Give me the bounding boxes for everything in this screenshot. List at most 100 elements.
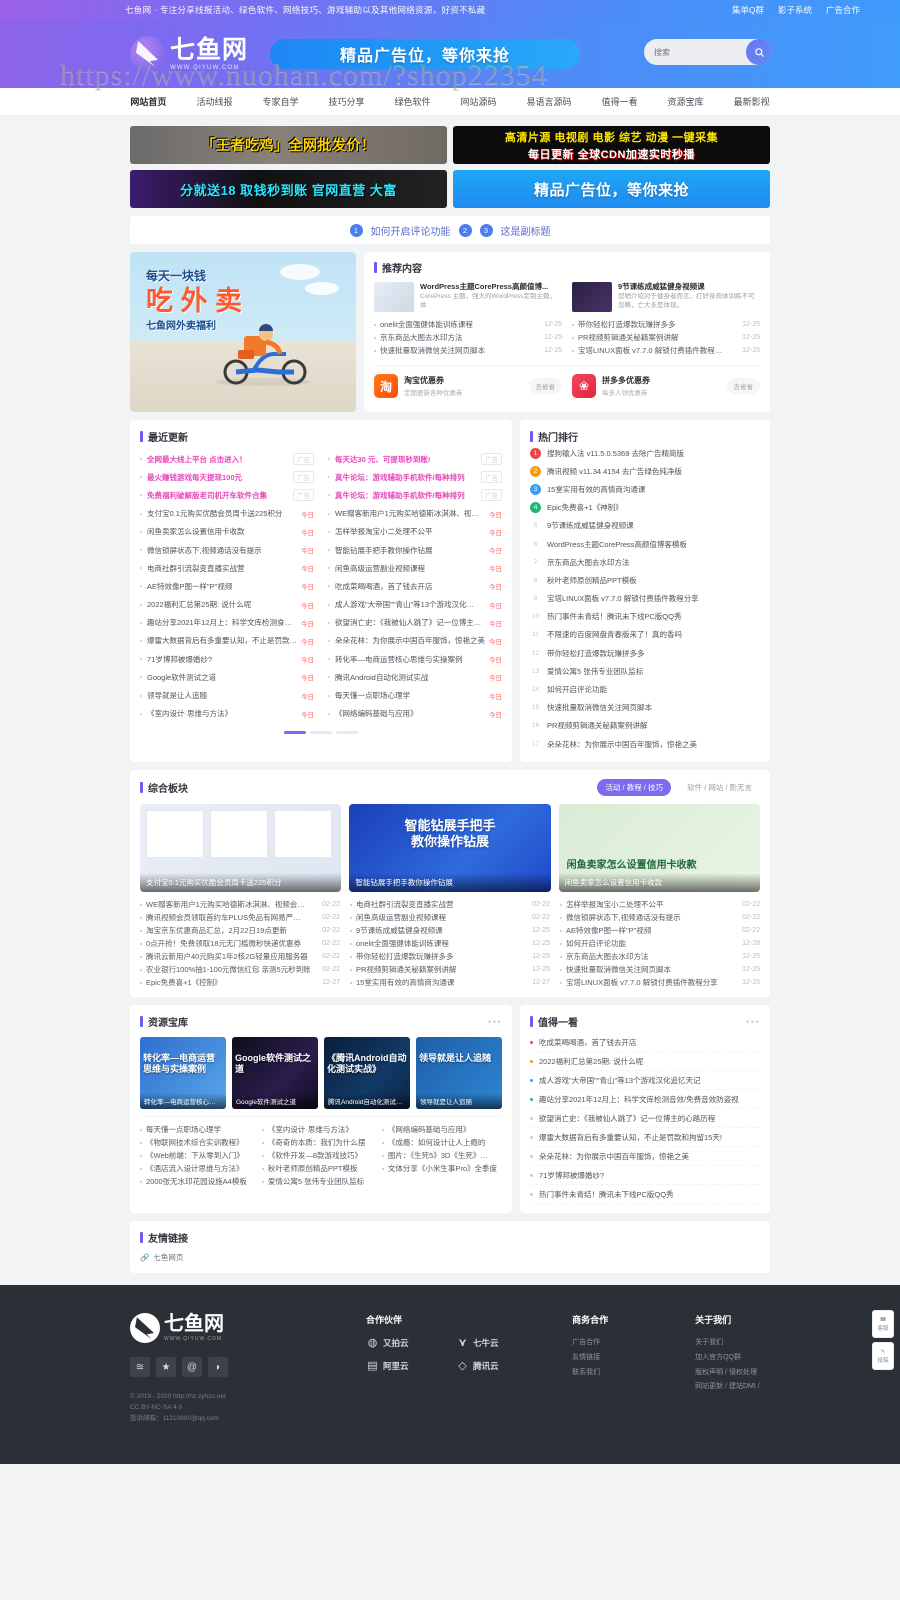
update-row[interactable]: 每天达30 元、可提现秒到账! 广告 [328, 450, 502, 468]
list-item[interactable]: 带你轻松打造爆款玩赚拼多多 12-25 [350, 950, 550, 963]
coupon-button[interactable]: 去省省 [528, 378, 562, 394]
update-row[interactable]: 朵朵花林：为你展示中国百年服饰，惊艳之美 今日 [328, 632, 502, 650]
ranking-row[interactable]: 10 热门事件未青结！腾讯未下线PC版QQ秀 [530, 608, 760, 626]
search-button[interactable] [746, 39, 772, 65]
update-row[interactable]: Google软件测试之道 今日 [140, 668, 314, 686]
update-row[interactable]: 爆雷大数据背后有多重要认知，不止是罚款… 今日 [140, 632, 314, 650]
recommend-card[interactable]: WordPress主题CorePress高颜值博... CorePress 主题… [374, 282, 562, 312]
nav-item-8[interactable]: 资源宝库 [668, 95, 704, 108]
tab-activities[interactable]: 活动 / 教程 / 技巧 [597, 779, 671, 797]
rss-icon[interactable]: ≋ [130, 1357, 150, 1378]
customer-service-button[interactable]: ☎ 客服 [872, 1310, 894, 1338]
slider-dots[interactable] [140, 730, 502, 734]
wechat-icon[interactable]: ◗ [208, 1357, 228, 1378]
list-item[interactable]: 《Web前端：下从零到入门》 [140, 1149, 252, 1162]
recommend-card[interactable]: 9节课练成威猛健身视频课 您稍介绍对于健身者而言，打好身肉体训练不可忽略，亡大永… [572, 282, 760, 312]
star-icon[interactable]: ★ [156, 1357, 176, 1378]
list-item[interactable]: 快速批量取消微信关注网页脚本 12-25 [560, 963, 760, 976]
list-item[interactable]: 每天懂一点职场心理学 [140, 1123, 252, 1136]
site-logo[interactable]: 七鱼网 WWW.QIYUW.COM [130, 36, 248, 72]
ranking-row[interactable]: 17 朵朵花林：为你展示中国百年服饰，惊艳之美 [530, 735, 760, 753]
banner-ad-4[interactable]: 精品广告位，等你来抢 [453, 170, 770, 208]
notice-title-1[interactable]: 如何开启评论功能 [371, 223, 451, 238]
list-item[interactable]: 腾讯云新用户40元购买1年2核2G轻量应用服务器 02-22 [140, 950, 340, 963]
update-row[interactable]: 闲鱼卖家怎么设置信用卡收款 今日 [140, 523, 314, 541]
update-row[interactable]: WE赠客新用户1元购买哈德斯冰淇淋、视… 今日 [328, 505, 502, 523]
search-box[interactable] [644, 39, 772, 65]
about-link-0[interactable]: 关于我们 [695, 1336, 800, 1351]
update-row[interactable]: 电商社群引流裂变直播实战营 今日 [140, 559, 314, 577]
ranking-row[interactable]: 13 爱情公寓5 张伟专业团队监标 [530, 662, 760, 680]
dot-active[interactable] [284, 730, 306, 734]
nav-item-6[interactable]: 易语言源码 [527, 95, 572, 108]
coupon-item[interactable]: ❀ 拼多多优惠券 每多人领优惠券 去省省 [572, 374, 760, 398]
list-item[interactable]: 《网络编码基础与应用》 [381, 1123, 502, 1136]
weibo-icon[interactable]: @ [182, 1357, 202, 1378]
coupon-button[interactable]: 去省省 [726, 378, 760, 394]
update-row[interactable]: 每天懂一点职场心理学 今日 [328, 686, 502, 704]
ranking-row[interactable]: 7 京东商品大图去水印方法 [530, 553, 760, 571]
list-item[interactable]: WE赠客新用户1元购买哈德斯冰淇淋、视频会… 02-22 [140, 898, 340, 911]
update-row[interactable]: 腾讯Android自动化测试实战 今日 [328, 668, 502, 686]
ranking-row[interactable]: 4 Epic免费喜+1《神制》 [530, 499, 760, 517]
partner-upyun[interactable]: ◍ 又拍云 [366, 1336, 442, 1349]
nav-item-9[interactable]: 最新影视 [734, 95, 770, 108]
list-item[interactable]: 京东商品大图去水印方法 12-25 [374, 331, 562, 344]
list-item[interactable]: 如何开启评论功能 12-28 [560, 937, 760, 950]
worth-row[interactable]: 朵朵花林：为你展示中国百年服饰，惊艳之美 [530, 1147, 760, 1167]
list-item[interactable]: 微信锁屏状态下,视频通话没有提示 02-22 [560, 911, 760, 924]
ranking-row[interactable]: 3 15堂实用有效的高情商沟通课 [530, 480, 760, 498]
partner-aliyun[interactable]: ▤ 阿里云 [366, 1359, 442, 1372]
update-row[interactable]: AE特效像P图一样"P"视频 今日 [140, 577, 314, 595]
ranking-row[interactable]: 8 秋叶老师原创精品PPT模板 [530, 571, 760, 589]
nav-item-7[interactable]: 值得一看 [602, 95, 638, 108]
worth-more-button[interactable]: ••• [746, 1017, 760, 1027]
business-link-1[interactable]: 友情链接 [572, 1351, 655, 1366]
tab-software[interactable]: 软件 / 网站 / 影无言 [679, 779, 760, 796]
business-link-0[interactable]: 广告合作 [572, 1336, 655, 1351]
list-item[interactable]: 《软件开发—8款游戏技巧》 [261, 1149, 372, 1162]
list-item[interactable]: 带你轻松打造爆款玩赚拼多多 12-25 [572, 318, 760, 331]
list-item[interactable]: 宝塔LINUX面板 v7.7.0 解锁付费插件教程… 12-25 [572, 344, 760, 357]
update-row[interactable]: 最火赚钱游戏每天提现100元 广告 [140, 468, 314, 486]
update-row[interactable]: 《网络编码基础与应用》 今日 [328, 705, 502, 723]
resource-card[interactable]: Google软件测试之道 Google软件测试之道 [232, 1037, 318, 1110]
coupon-item[interactable]: 淘 淘宝优惠券 定期更新各种优惠券 去省省 [374, 374, 562, 398]
list-item[interactable]: 农业银行100%抽1-100元微信红包 亲测5元秒到账 02-22 [140, 963, 340, 976]
banner-ad-3[interactable]: 分就送18 取钱秒到账 官网直营 大富 [130, 170, 447, 208]
list-item[interactable]: 《成瘾：如何设计让人上瘾的 [381, 1136, 502, 1149]
ranking-row[interactable]: 2 腾讯视频 v11.34.4154 去广告绿色纯净版 [530, 462, 760, 480]
ranking-row[interactable]: 11 不限速的百度网盘青春版来了！真的香吗 [530, 626, 760, 644]
list-item[interactable]: 《奇奇的本质：我们为什么摆 [261, 1136, 372, 1149]
update-row[interactable]: 智能钻展手把手教你操作钻展 今日 [328, 541, 502, 559]
combined-card[interactable]: 智能钻展手把手 教你操作钻展 智能钻展手把手教你操作钻展 [349, 804, 551, 893]
list-item[interactable]: 宝塔LINUX面板 v7.7.0 解锁付费插件教程分享 12-25 [560, 976, 760, 989]
ranking-row[interactable]: 12 带你轻松打造爆款玩赚拼多多 [530, 644, 760, 662]
topbar-link-0[interactable]: 集单Q群 [732, 4, 764, 16]
ranking-row[interactable]: 5 9节课练成威猛健身视频课 [530, 517, 760, 535]
update-row[interactable]: 转化率—电商运营核心思维与实操案例 今日 [328, 650, 502, 668]
footer-logo[interactable]: 七鱼网 WWW.QIYUW.COM [130, 1313, 366, 1344]
nav-item-5[interactable]: 网站源码 [461, 95, 497, 108]
nav-item-1[interactable]: 活动线报 [196, 95, 232, 108]
about-link-2[interactable]: 版权声明 / 侵权处理 [695, 1366, 800, 1381]
update-row[interactable]: 71岁博邦被爆婚纱? 今日 [140, 650, 314, 668]
combined-card[interactable]: 支付宝0.1元购买优酷会员周卡送225积分 [140, 804, 342, 893]
notice-title-2[interactable]: 这是副标题 [501, 223, 551, 238]
worth-row[interactable]: 71岁博邦被爆婚纱? [530, 1166, 760, 1186]
list-item[interactable]: AE特效像P图一样"P"视频 02-22 [560, 924, 760, 937]
update-row[interactable]: 趣站分享2021年12月上：科学文库检测食… 今日 [140, 614, 314, 632]
list-item[interactable]: 2000张无水印花园设施A4模板 [140, 1175, 252, 1188]
list-item[interactable]: 9节课练成威猛健身视频课 12-25 [350, 924, 550, 937]
worth-row[interactable]: 爆雷大数据背后有多重要认知，不止是罚款和拘留15天! [530, 1128, 760, 1148]
banner-ad-1[interactable]: 「王者吃鸡」全网批发价！ [130, 126, 447, 164]
worth-row[interactable]: 吃成菜喝喝酒，首了钱去开店 [530, 1033, 760, 1053]
about-link-3[interactable]: 网站更新 / 建站DMI / [695, 1380, 800, 1395]
nav-item-2[interactable]: 专家自学 [262, 95, 298, 108]
update-row[interactable]: 2022福利汇总第25期: 说什么呢 今日 [140, 596, 314, 614]
list-item[interactable]: 0点开抢！免费领取18元无门槛微秒快递优惠券 02-22 [140, 937, 340, 950]
list-item[interactable]: Epic免费喜+1《控制》 12-27 [140, 976, 340, 989]
topbar-link-1[interactable]: 影子系统 [778, 4, 812, 16]
resource-card[interactable]: 领导就是让人追随 领导就是让人追随 [416, 1037, 502, 1110]
nav-item-3[interactable]: 技巧分享 [328, 95, 364, 108]
